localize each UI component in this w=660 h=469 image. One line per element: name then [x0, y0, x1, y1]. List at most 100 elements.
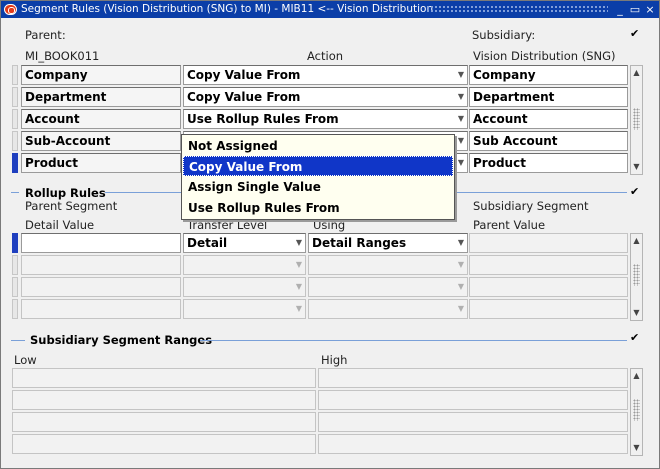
- transfer-level-select[interactable]: Detail ▼: [183, 233, 306, 253]
- parent-segment-field[interactable]: Company: [21, 65, 181, 85]
- close-button[interactable]: ×: [643, 1, 657, 18]
- action-select[interactable]: Use Rollup Rules From ▼: [183, 109, 468, 129]
- low-range-field[interactable]: [12, 434, 316, 454]
- transfer-level-select[interactable]: ▼: [183, 299, 306, 319]
- low-range-field[interactable]: [12, 390, 316, 410]
- detail-value-header: Detail Value: [25, 218, 95, 232]
- using-select[interactable]: Detail Ranges ▼: [308, 233, 468, 253]
- action-value: Copy Value From: [187, 68, 301, 82]
- subsidiary-checkbox[interactable]: ✔: [630, 27, 639, 40]
- ranges-scrollbar[interactable]: ▲ ▼: [630, 368, 643, 456]
- parent-value-field[interactable]: [469, 299, 628, 319]
- parent-segment-field[interactable]: Sub-Account: [21, 131, 181, 151]
- parent-value-field[interactable]: [469, 233, 628, 253]
- subsidiary-segment-field[interactable]: Company: [469, 65, 628, 85]
- high-range-field[interactable]: [318, 390, 628, 410]
- low-range-field[interactable]: [12, 412, 316, 432]
- current-row-indicator[interactable]: [12, 233, 18, 253]
- option-not-assigned[interactable]: Not Assigned: [183, 136, 453, 156]
- scroll-up-icon[interactable]: ▲: [631, 369, 642, 383]
- rollup-rules-checkbox[interactable]: ✔: [630, 185, 639, 198]
- title-bar: Segment Rules (Vision Distribution (SNG)…: [1, 1, 659, 18]
- parent-value-field[interactable]: [469, 255, 628, 275]
- oracle-icon[interactable]: [4, 4, 17, 15]
- parent-label: Parent:: [25, 28, 66, 42]
- high-range-field[interactable]: [318, 412, 628, 432]
- scroll-up-icon[interactable]: ▲: [631, 234, 642, 248]
- detail-value-field[interactable]: [21, 255, 181, 275]
- parent-segment-field[interactable]: Department: [21, 87, 181, 107]
- parent-segment-field[interactable]: Account: [21, 109, 181, 129]
- rollup-scrollbar[interactable]: ▲ ▼: [630, 233, 643, 321]
- chevron-down-icon[interactable]: ▼: [458, 88, 464, 106]
- chevron-down-icon[interactable]: ▼: [458, 278, 464, 296]
- row-selector[interactable]: [12, 131, 18, 151]
- high-range-field[interactable]: [318, 368, 628, 388]
- section-rule: [11, 340, 25, 341]
- chevron-down-icon[interactable]: ▼: [458, 110, 464, 128]
- subsidiary-segment-field[interactable]: Department: [469, 87, 628, 107]
- chevron-down-icon[interactable]: ▼: [296, 256, 302, 274]
- subsidiary-segment-field[interactable]: Product: [469, 153, 628, 173]
- scroll-down-icon[interactable]: ▼: [631, 306, 642, 320]
- minimize-button[interactable]: _: [613, 1, 627, 18]
- chevron-down-icon[interactable]: ▼: [458, 132, 464, 150]
- segment-rules-window: Segment Rules (Vision Distribution (SNG)…: [0, 0, 660, 469]
- detail-value-field[interactable]: [21, 299, 181, 319]
- subsidiary-ranges-checkbox[interactable]: ✔: [630, 331, 639, 344]
- scroll-up-icon[interactable]: ▲: [631, 66, 642, 80]
- window-title: Segment Rules (Vision Distribution (SNG)…: [21, 3, 434, 15]
- using-select[interactable]: ▼: [308, 277, 468, 297]
- action-select[interactable]: Copy Value From ▼: [183, 65, 468, 85]
- scroll-grip[interactable]: [633, 108, 640, 130]
- high-range-field[interactable]: [318, 434, 628, 454]
- row-selector[interactable]: [12, 299, 18, 319]
- action-column-header: Action: [307, 49, 344, 63]
- chevron-down-icon[interactable]: ▼: [296, 234, 302, 252]
- chevron-down-icon[interactable]: ▼: [458, 154, 464, 172]
- current-row-indicator[interactable]: [12, 153, 18, 173]
- detail-value-field[interactable]: [21, 233, 181, 253]
- chevron-down-icon[interactable]: ▼: [296, 300, 302, 318]
- subsidiary-segment-field[interactable]: Account: [469, 109, 628, 129]
- row-selector[interactable]: [12, 277, 18, 297]
- action-select[interactable]: Copy Value From ▼: [183, 87, 468, 107]
- scroll-grip[interactable]: [633, 399, 640, 421]
- row-selector[interactable]: [12, 65, 18, 85]
- section-rule: [11, 192, 19, 193]
- parent-segment-header: Parent Segment: [25, 199, 118, 213]
- segments-scrollbar[interactable]: ▲ ▼: [630, 65, 643, 175]
- using-select[interactable]: ▼: [308, 299, 468, 319]
- using-header: Using: [313, 218, 346, 232]
- subsidiary-ledger-name: Vision Distribution (SNG): [473, 49, 616, 63]
- detail-value-field[interactable]: [21, 277, 181, 297]
- scroll-down-icon[interactable]: ▼: [631, 160, 642, 174]
- row-selector[interactable]: [12, 109, 18, 129]
- chevron-down-icon[interactable]: ▼: [296, 278, 302, 296]
- option-use-rollup-rules-from[interactable]: Use Rollup Rules From: [183, 198, 453, 218]
- parent-ledger-name: MI_BOOK011: [25, 49, 100, 63]
- row-selector[interactable]: [12, 87, 18, 107]
- chevron-down-icon[interactable]: ▼: [458, 66, 464, 84]
- chevron-down-icon[interactable]: ▼: [458, 300, 464, 318]
- parent-value-header: Parent Value: [473, 218, 546, 232]
- parent-value-field[interactable]: [469, 277, 628, 297]
- using-value: Detail Ranges: [312, 236, 407, 250]
- transfer-level-select[interactable]: ▼: [183, 255, 306, 275]
- subsidiary-segment-field[interactable]: Sub Account: [469, 131, 628, 151]
- chevron-down-icon[interactable]: ▼: [458, 234, 464, 252]
- parent-segment-field[interactable]: Product: [21, 153, 181, 173]
- scroll-grip[interactable]: [633, 264, 640, 286]
- transfer-level-select[interactable]: ▼: [183, 277, 306, 297]
- chevron-down-icon[interactable]: ▼: [458, 256, 464, 274]
- low-range-field[interactable]: [12, 368, 316, 388]
- row-selector[interactable]: [12, 255, 18, 275]
- scroll-down-icon[interactable]: ▼: [631, 441, 642, 455]
- using-select[interactable]: ▼: [308, 255, 468, 275]
- transfer-level-header: Transfer Level: [187, 218, 268, 232]
- maximize-button[interactable]: ▭: [628, 1, 642, 18]
- option-copy-value-from[interactable]: Copy Value From: [183, 156, 453, 176]
- subsidiary-ranges-title: Subsidiary Segment Ranges: [30, 333, 213, 347]
- high-header: High: [321, 353, 348, 367]
- option-assign-single-value[interactable]: Assign Single Value: [183, 177, 453, 197]
